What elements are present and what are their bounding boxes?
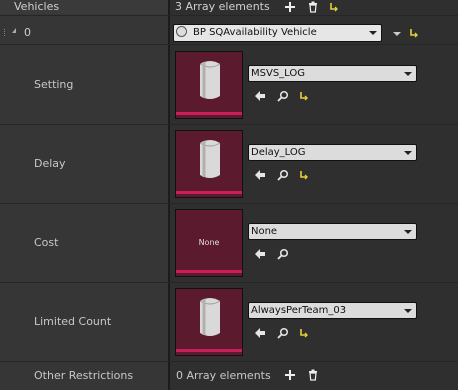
use-selected-asset-icon[interactable]	[254, 90, 266, 102]
asset-type-bar	[176, 191, 242, 194]
delay-thumbnail[interactable]	[175, 130, 243, 198]
asset-cylinder-icon	[199, 298, 221, 336]
class-combo-value: BP SQAvailability Vehicle	[193, 27, 317, 38]
chevron-down-icon	[404, 309, 412, 313]
limited-count-asset-combo[interactable]: AlwaysPerTeam_03	[248, 302, 417, 319]
row-separator	[0, 361, 458, 362]
collapse-arrow-icon[interactable]	[12, 28, 16, 33]
delay-label: Delay	[34, 157, 66, 170]
limited-count-thumbnail[interactable]	[175, 288, 243, 356]
cost-thumbnail-text: None	[198, 238, 220, 247]
cost-thumbnail[interactable]: None	[175, 209, 243, 277]
reset-to-default-icon[interactable]	[328, 1, 340, 13]
asset-type-bar	[176, 112, 242, 115]
element-options-icon[interactable]	[391, 28, 403, 40]
other-restrictions-label: Other Restrictions	[34, 369, 134, 382]
browse-asset-icon[interactable]	[277, 327, 289, 339]
reset-to-default-icon[interactable]	[298, 327, 310, 339]
row-separator	[0, 282, 458, 283]
element-index: 0	[24, 26, 31, 39]
browse-asset-icon[interactable]	[277, 90, 289, 102]
reset-to-default-icon[interactable]	[298, 90, 310, 102]
row-separator	[0, 124, 458, 125]
chevron-down-icon	[404, 230, 412, 234]
cost-label: Cost	[34, 236, 59, 249]
reset-to-default-icon[interactable]	[298, 169, 310, 181]
add-element-icon[interactable]	[284, 1, 296, 13]
use-selected-asset-icon[interactable]	[254, 327, 266, 339]
setting-asset-combo[interactable]: MSVS_LOG	[248, 65, 417, 82]
chevron-down-icon	[404, 151, 412, 155]
asset-type-bar	[176, 349, 242, 352]
setting-asset-value: MSVS_LOG	[251, 68, 305, 79]
use-selected-asset-icon[interactable]	[254, 169, 266, 181]
chevron-down-icon	[404, 72, 412, 76]
other-restrictions-array-count: 0 Array elements	[176, 369, 271, 382]
setting-label: Setting	[34, 78, 74, 91]
class-combo[interactable]: BP SQAvailability Vehicle	[173, 24, 382, 42]
cost-asset-value: None	[251, 226, 278, 237]
asset-cylinder-icon	[199, 61, 221, 99]
add-element-icon[interactable]	[284, 369, 296, 381]
row-separator	[0, 44, 458, 45]
drag-handle-icon[interactable]	[4, 28, 8, 38]
property-name-column	[0, 0, 168, 390]
element-reset-icon[interactable]	[408, 27, 420, 39]
vehicles-label: Vehicles	[14, 0, 60, 13]
delay-asset-value: Delay_LOG	[251, 147, 306, 158]
setting-thumbnail[interactable]	[175, 51, 243, 119]
class-circle-icon	[176, 25, 187, 37]
limited-count-label: Limited Count	[34, 315, 112, 328]
asset-cylinder-icon	[199, 140, 221, 178]
clear-array-icon[interactable]	[307, 1, 319, 13]
browse-asset-icon[interactable]	[277, 169, 289, 181]
cost-asset-combo[interactable]: None	[248, 223, 417, 240]
row-separator	[0, 15, 458, 16]
browse-asset-icon[interactable]	[277, 248, 289, 260]
chevron-down-icon	[369, 31, 377, 35]
vehicles-array-count: 3 Array elements	[175, 0, 270, 13]
clear-array-icon[interactable]	[307, 369, 319, 381]
row-separator	[0, 203, 458, 204]
use-selected-asset-icon[interactable]	[254, 248, 266, 260]
delay-asset-combo[interactable]: Delay_LOG	[248, 144, 417, 161]
limited-count-asset-value: AlwaysPerTeam_03	[251, 305, 347, 316]
asset-type-bar	[176, 270, 242, 273]
